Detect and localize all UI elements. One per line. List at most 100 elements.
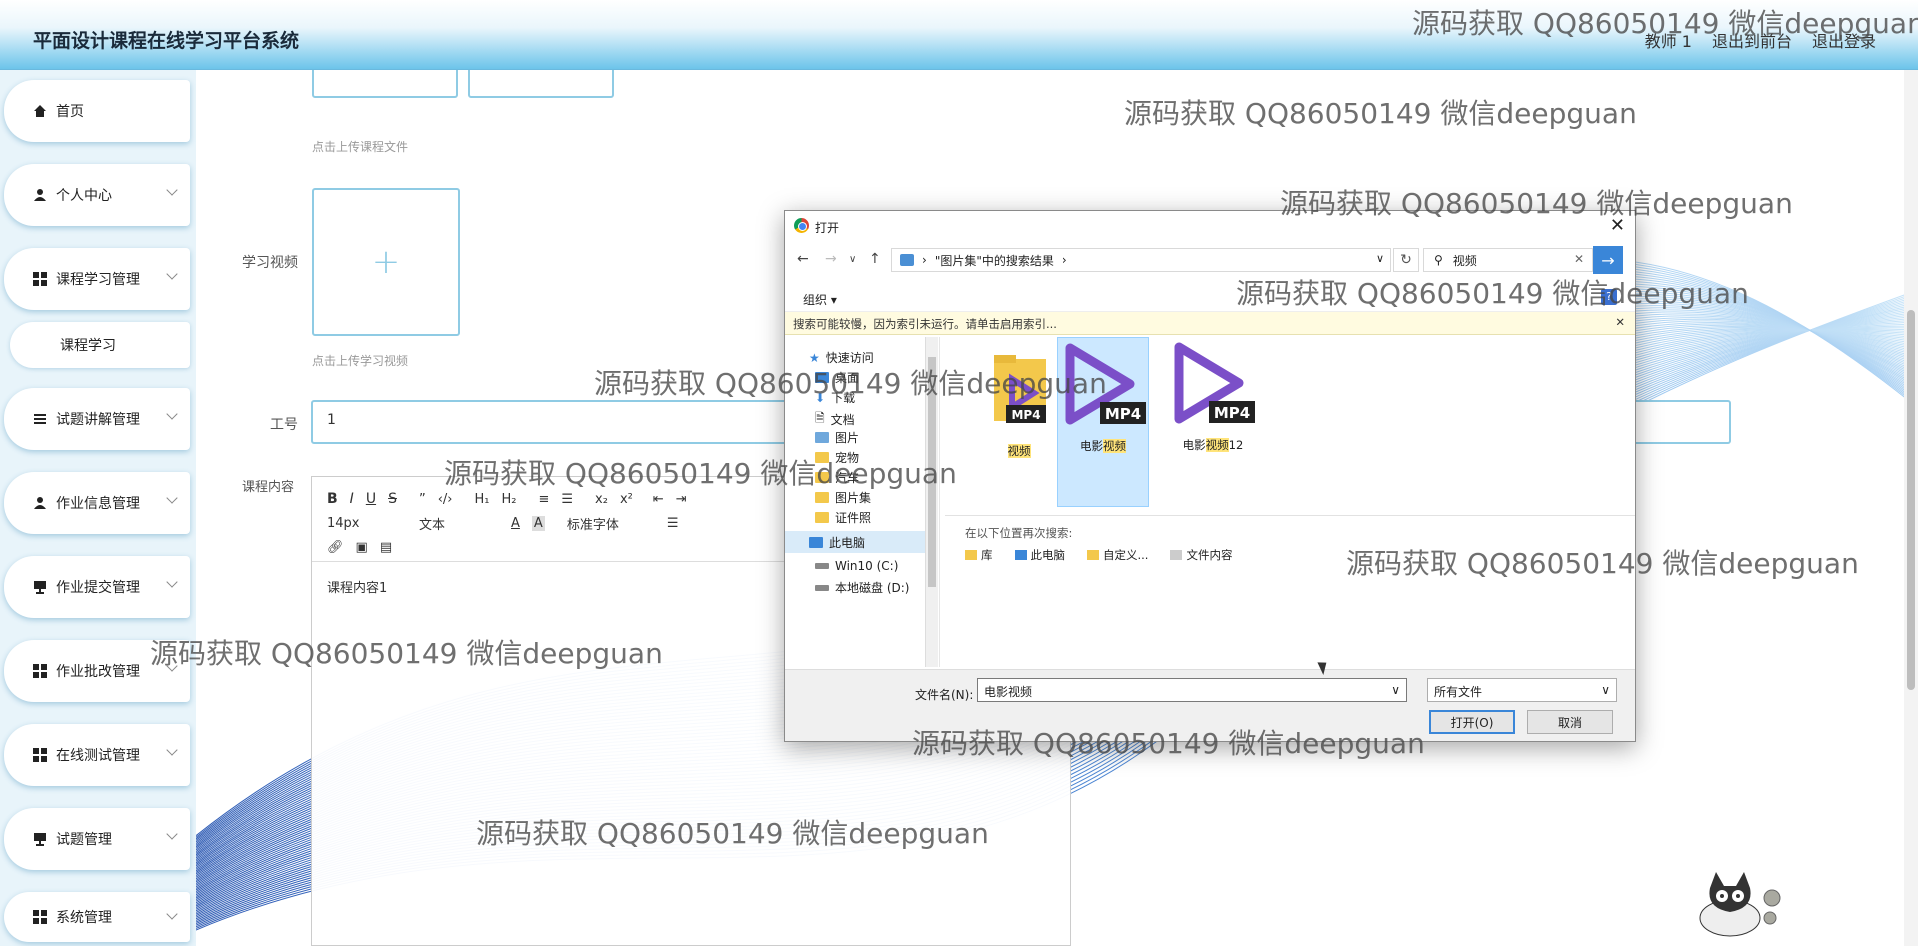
sidebar-item-homework-grade-mgmt[interactable]: 作业批改管理 xyxy=(4,640,190,702)
sidebar-subitem-course-study[interactable]: 课程学习 xyxy=(10,322,190,368)
sidebar: 首页 个人中心 课程学习管理 课程学习 试题讲解管理 作业信息管理 作业提交管理… xyxy=(0,70,196,946)
desktop-icon xyxy=(815,372,829,383)
picture-icon xyxy=(815,432,829,443)
bullet-list-icon[interactable]: ☰ xyxy=(561,492,573,507)
cancel-button[interactable]: 取消 xyxy=(1527,710,1613,734)
filename-input[interactable]: 电影视频 ∨ xyxy=(977,678,1407,702)
heading2-icon[interactable]: H₂ xyxy=(501,492,516,507)
search-location-file-contents[interactable]: 文件内容 xyxy=(1170,547,1232,563)
font-family-select[interactable]: 标准字体 xyxy=(567,514,655,533)
chevron-down-icon[interactable]: ∨ xyxy=(1391,683,1400,697)
heading1-icon[interactable]: H₁ xyxy=(474,492,489,507)
sidebar-item-homework-info-mgmt[interactable]: 作业信息管理 xyxy=(4,472,190,534)
font-color-icon[interactable]: A xyxy=(511,516,520,531)
video-icon[interactable]: ▤ xyxy=(380,540,392,555)
superscript-icon[interactable]: x² xyxy=(620,492,633,507)
sidebar-item-online-test-mgmt[interactable]: 在线测试管理 xyxy=(4,724,190,786)
file-item-video-folder[interactable]: MP4 视频 xyxy=(973,343,1065,513)
folder-icon xyxy=(1087,550,1099,560)
sidebar-item-label: 首页 xyxy=(56,104,84,120)
close-info-icon[interactable]: ✕ xyxy=(1615,315,1625,329)
forward-arrow-icon[interactable]: → xyxy=(825,251,837,267)
sidebar-item-home[interactable]: 首页 xyxy=(4,80,190,142)
tree-item-downloads[interactable]: ⬇ 下载 xyxy=(815,389,855,406)
tree-scrollbar[interactable] xyxy=(925,337,938,667)
back-to-front-link[interactable]: 退出到前台 xyxy=(1712,28,1792,52)
ordered-list-icon[interactable]: ≡ xyxy=(538,492,549,507)
code-icon[interactable]: ‹/› xyxy=(438,492,453,507)
tree-scrollbar-thumb[interactable] xyxy=(928,357,936,587)
quote-icon[interactable]: ” xyxy=(419,492,426,507)
background-color-icon[interactable]: A xyxy=(531,515,545,531)
tree-item-pictures[interactable]: 图片 xyxy=(815,429,859,446)
link-icon[interactable]: 🔗︎ xyxy=(327,540,344,555)
scrollbar-thumb[interactable] xyxy=(1907,310,1915,690)
tree-item-drive-c[interactable]: Win10 (C:) xyxy=(815,559,898,573)
file-item-movie-video-12[interactable]: MP4 电影视频12 xyxy=(1167,337,1259,507)
computer-icon xyxy=(1014,550,1027,560)
sidebar-item-profile[interactable]: 个人中心 xyxy=(4,164,190,226)
grid-icon xyxy=(32,909,48,925)
underline-icon[interactable]: U xyxy=(366,491,376,507)
tree-item-documents[interactable]: 🗎︎ 文档 xyxy=(815,409,855,430)
search-again-label: 在以下位置再次搜索: xyxy=(965,526,1073,540)
search-location-this-pc[interactable]: 此电脑 xyxy=(1014,547,1065,563)
dialog-bottom-bar: 文件名(N): 电影视频 ∨ 所有文件 ∨ 打开(O) 取消 xyxy=(785,669,1635,741)
chevron-down-icon xyxy=(166,492,178,504)
sidebar-item-exam-explain-mgmt[interactable]: 试题讲解管理 xyxy=(4,388,190,450)
subscript-icon[interactable]: x₂ xyxy=(595,492,608,507)
chevron-down-icon xyxy=(166,828,178,840)
sidebar-item-homework-submit-mgmt[interactable]: 作业提交管理 xyxy=(4,556,190,618)
monitor-icon xyxy=(32,831,48,847)
course-file-upload-box[interactable] xyxy=(312,70,458,98)
search-location-library[interactable]: 库 xyxy=(965,547,993,563)
search-go-icon[interactable]: → xyxy=(1593,246,1623,274)
refresh-icon[interactable]: ↻ xyxy=(1393,248,1419,272)
back-arrow-icon[interactable]: ← xyxy=(797,251,809,267)
sidebar-item-question-mgmt[interactable]: 试题管理 xyxy=(4,808,190,870)
font-size-select[interactable]: 14px xyxy=(327,516,407,531)
indent-icon[interactable]: ⇥ xyxy=(676,492,687,507)
address-dropdown-icon[interactable]: ∨ xyxy=(1376,252,1384,265)
tree-item-desktop[interactable]: 桌面 xyxy=(815,369,859,386)
tree-item-picture-sets[interactable]: 图片集 xyxy=(815,489,871,506)
up-arrow-icon[interactable]: ↑ xyxy=(869,251,881,267)
open-button[interactable]: 打开(O) xyxy=(1429,710,1515,734)
close-icon[interactable]: ✕ xyxy=(1610,215,1625,236)
organize-menu[interactable]: 组织 ▾ xyxy=(803,291,837,308)
page-scrollbar[interactable] xyxy=(1904,70,1918,946)
bold-icon[interactable]: B xyxy=(327,491,338,507)
address-bar[interactable]: › "图片集"中的搜索结果 › ∨ xyxy=(891,248,1391,272)
video-upload-box[interactable]: + xyxy=(312,188,460,336)
dialog-titlebar: 打开 ✕ xyxy=(785,211,1635,241)
help-icon[interactable]: ? xyxy=(1601,289,1617,305)
sidebar-item-label: 课程学习管理 xyxy=(56,272,140,288)
tree-item-drive-d[interactable]: 本地磁盘 (D:) xyxy=(815,579,909,596)
logout-link[interactable]: 退出登录 xyxy=(1812,28,1876,52)
strike-icon[interactable]: S xyxy=(388,491,397,507)
italic-icon[interactable]: I xyxy=(350,491,354,507)
editor-content[interactable]: 课程内容1 xyxy=(327,577,387,596)
clear-search-icon[interactable]: ✕ xyxy=(1574,252,1584,266)
grid-icon xyxy=(32,747,48,763)
outdent-icon[interactable]: ⇤ xyxy=(653,492,664,507)
recent-chevron-icon[interactable]: ∨ xyxy=(849,254,856,265)
index-info-bar[interactable]: 搜索可能较慢，因为索引未运行。请单击启用索引... ✕ xyxy=(785,311,1635,335)
tree-item-pets[interactable]: 宠物 xyxy=(815,449,859,466)
file-item-movie-video[interactable]: MP4 电影视频 xyxy=(1057,337,1149,507)
sidebar-item-system-mgmt[interactable]: 系统管理 xyxy=(4,892,190,942)
format-select[interactable]: 文本 xyxy=(419,514,499,533)
image-icon[interactable]: ▣ xyxy=(356,540,368,555)
sidebar-item-label: 在线测试管理 xyxy=(56,748,140,764)
course-file-upload-box-2[interactable] xyxy=(468,70,614,98)
tree-item-cars[interactable]: 汽车 xyxy=(815,469,859,486)
tree-item-id-photos[interactable]: 证件照 xyxy=(815,509,871,526)
search-location-custom[interactable]: 自定义... xyxy=(1087,547,1148,563)
sidebar-item-course-study-mgmt[interactable]: 课程学习管理 xyxy=(4,248,190,310)
sidebar-item-label: 试题讲解管理 xyxy=(56,412,140,428)
filetype-select[interactable]: 所有文件 ∨ xyxy=(1427,678,1617,702)
tree-item-this-pc[interactable]: 此电脑 xyxy=(785,531,925,553)
dialog-search-input[interactable]: ⚲ 视频 ✕ xyxy=(1423,248,1593,272)
align-icon[interactable]: ☰ xyxy=(667,516,679,531)
tree-item-quick-access[interactable]: ★ 快速访问 xyxy=(809,349,874,366)
